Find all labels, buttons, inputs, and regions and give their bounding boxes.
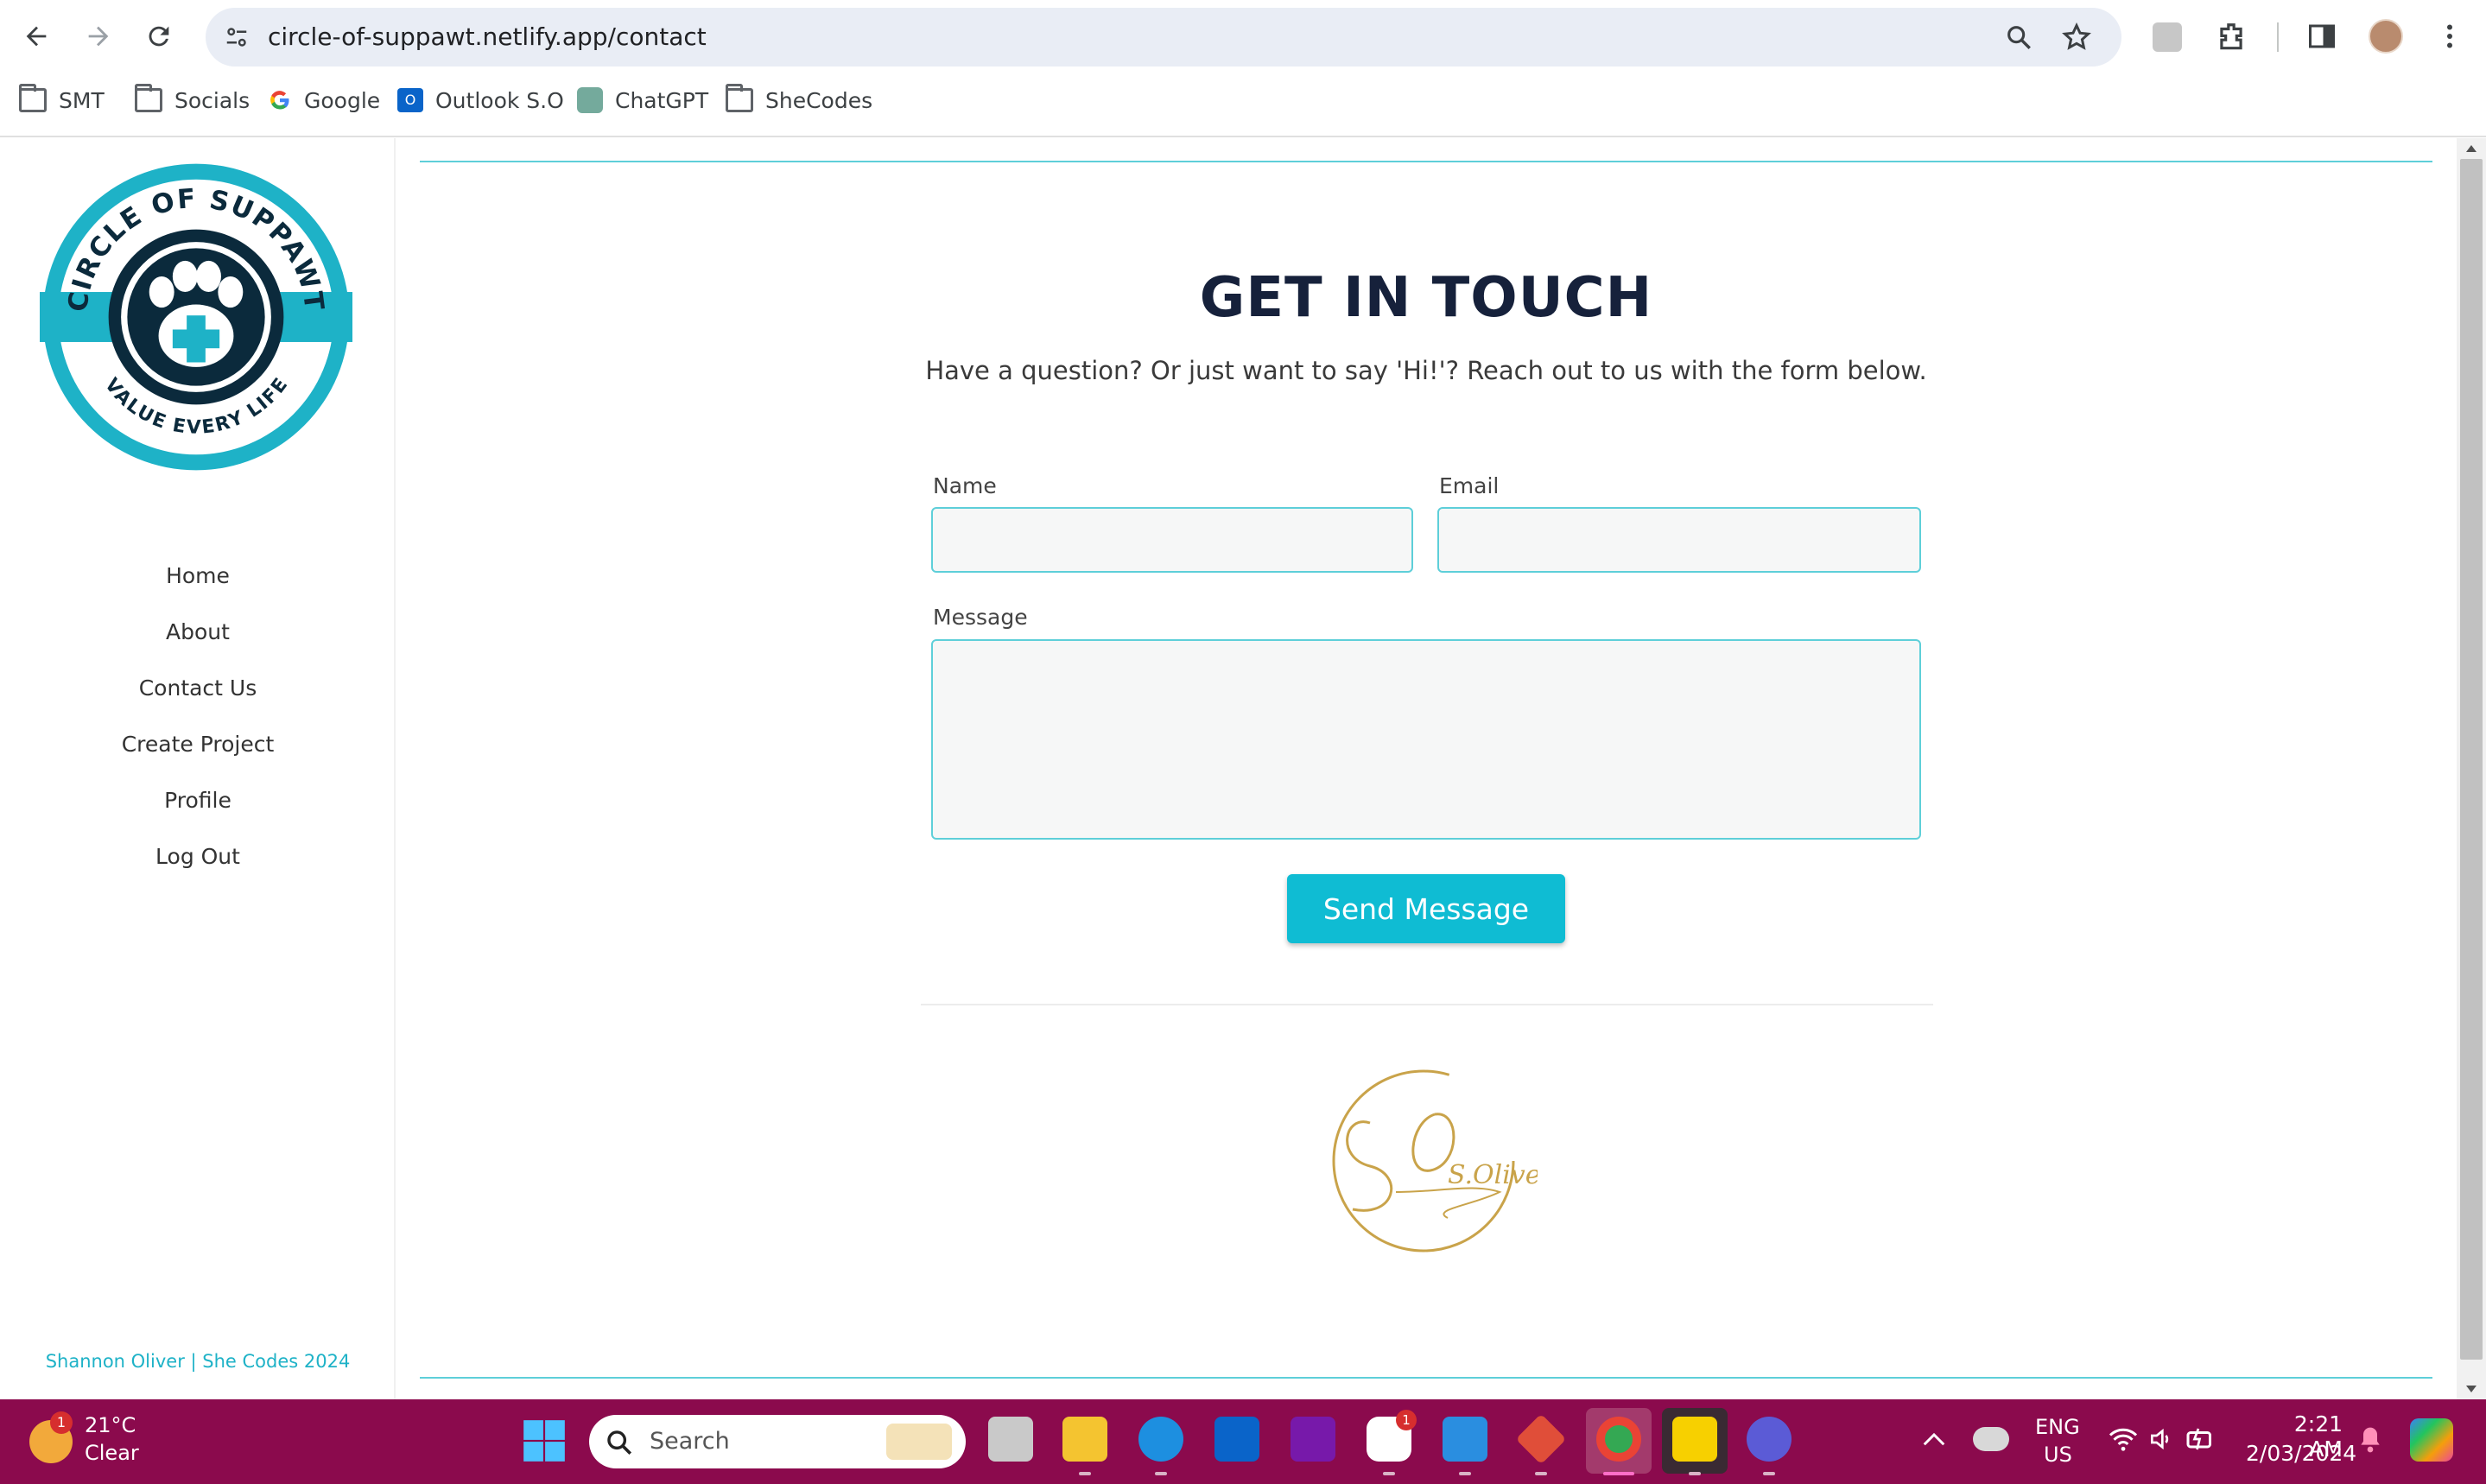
nav-log-out[interactable]: Log Out <box>0 844 396 869</box>
bookmark-shecodes[interactable]: SheCodes <box>726 84 873 116</box>
bookmark-label: Outlook S.O <box>435 87 564 113</box>
windows-taskbar: 1 21°C Clear Search 1 ENG US 2:21 AM 2/0… <box>0 1399 2486 1484</box>
nav-about[interactable]: About <box>0 619 396 644</box>
nav-contact-us[interactable]: Contact Us <box>0 675 396 701</box>
content-divider <box>921 1004 1933 1005</box>
bookmark-label: ChatGPT <box>615 87 709 113</box>
email-field[interactable] <box>1437 507 1921 573</box>
vscode-icon[interactable] <box>1443 1417 1487 1462</box>
signature-logo: S.Oliver <box>1332 1069 1538 1253</box>
address-bar[interactable]: circle-of-suppawt.netlify.app/contact <box>206 8 2121 67</box>
name-label: Name <box>933 473 997 498</box>
scroll-up-icon[interactable] <box>2464 143 2478 154</box>
reload-button[interactable] <box>138 16 180 57</box>
scroll-down-icon[interactable] <box>2464 1384 2478 1394</box>
chrome-active-indicator <box>1603 1472 1634 1475</box>
copilot-icon[interactable] <box>2410 1418 2453 1462</box>
bookmark-socials[interactable]: Socials <box>135 84 251 116</box>
battery-icon[interactable] <box>2185 1425 2216 1453</box>
arrow-left-icon <box>26 26 47 47</box>
search-highlight-image <box>886 1424 952 1460</box>
toolbar-divider <box>2277 22 2279 52</box>
top-border <box>420 161 2432 162</box>
bookmark-label: Google <box>304 87 381 113</box>
bookmark-star-icon[interactable] <box>2061 22 2092 53</box>
zoom-icon[interactable] <box>2004 22 2033 52</box>
reload-icon <box>149 26 169 47</box>
bookmark-label: SMT <box>59 87 105 113</box>
arrow-right-icon <box>88 26 109 47</box>
url-text[interactable]: circle-of-suppawt.netlify.app/contact <box>268 22 707 51</box>
nav-home[interactable]: Home <box>0 563 396 588</box>
name-field[interactable] <box>931 507 1413 573</box>
footer-credit: Shannon Oliver | She Codes 2024 <box>45 1351 351 1372</box>
extensions-puzzle-icon[interactable] <box>2215 21 2248 54</box>
search-placeholder: Search <box>650 1428 730 1455</box>
chrome-icon[interactable] <box>1596 1417 1641 1462</box>
slack-badge: 1 <box>1396 1410 1417 1430</box>
folder-icon <box>726 84 753 112</box>
taskbar-search[interactable]: Search <box>589 1415 966 1468</box>
folder-icon <box>135 84 162 112</box>
onenote-icon[interactable] <box>1291 1417 1335 1462</box>
email-label: Email <box>1439 473 1500 498</box>
wifi-icon[interactable] <box>2108 1425 2139 1453</box>
page-title: GET IN TOUCH <box>1199 266 1653 330</box>
google-icon <box>270 91 289 110</box>
toolbar-divider <box>0 136 2486 137</box>
back-button[interactable] <box>16 16 57 57</box>
outlook-icon: O <box>397 88 423 112</box>
weather-temp[interactable]: 21°C <box>85 1413 136 1437</box>
bookmark-smt[interactable]: SMT <box>19 84 105 116</box>
weather-desc[interactable]: Clear <box>85 1441 139 1465</box>
file-explorer-icon[interactable] <box>1062 1417 1107 1462</box>
bookmark-chatgpt[interactable]: ChatGPT <box>577 85 708 116</box>
volume-icon[interactable] <box>2147 1425 2175 1453</box>
sidebar: CIRCLE OF SUPPAWT VALUE EVERY LIFE Home … <box>0 138 396 1399</box>
scrollbar-thumb[interactable] <box>2460 159 2483 1360</box>
search-icon <box>607 1430 632 1455</box>
bookmark-google[interactable]: Google <box>268 85 380 116</box>
more-menu-icon[interactable] <box>2434 21 2465 52</box>
onedrive-icon[interactable] <box>1973 1427 2009 1451</box>
sticky-notes-icon[interactable] <box>1672 1417 1717 1462</box>
page-scrollbar[interactable] <box>2457 138 2486 1399</box>
task-view-icon[interactable] <box>988 1417 1033 1462</box>
forward-button[interactable] <box>78 16 119 57</box>
extension-icon[interactable] <box>2153 22 2182 52</box>
nav-create-project[interactable]: Create Project <box>0 732 396 757</box>
bookmark-outlook[interactable]: O Outlook S.O <box>397 85 564 116</box>
side-panel-icon[interactable] <box>2306 21 2337 52</box>
send-message-button[interactable]: Send Message <box>1287 874 1565 943</box>
circle-of-suppawt-logo[interactable]: CIRCLE OF SUPPAWT VALUE EVERY LIFE <box>40 161 352 473</box>
git-icon[interactable] <box>1515 1413 1567 1465</box>
message-field[interactable] <box>931 639 1921 840</box>
outlook-icon[interactable] <box>1214 1417 1259 1462</box>
weather-badge: 1 <box>50 1411 73 1434</box>
edge-icon[interactable] <box>1138 1417 1183 1462</box>
clock-date[interactable]: 2/03/2024 <box>2246 1441 2356 1466</box>
profile-avatar[interactable] <box>2369 19 2403 54</box>
chevron-up-icon[interactable] <box>1921 1429 1947 1449</box>
notification-bell-icon[interactable] <box>2356 1424 2384 1455</box>
app-icon[interactable] <box>1747 1417 1792 1462</box>
site-settings-icon <box>226 28 247 47</box>
signature-text: S.Oliver <box>1448 1160 1538 1190</box>
chatgpt-icon <box>577 87 603 113</box>
bookmark-label: SheCodes <box>765 87 873 113</box>
windows-start-icon[interactable] <box>522 1418 567 1463</box>
nav-profile[interactable]: Profile <box>0 788 396 813</box>
folder-icon <box>19 84 47 112</box>
message-label: Message <box>933 605 1028 630</box>
bottom-border <box>420 1377 2432 1379</box>
page-subtitle: Have a question? Or just want to say 'Hi… <box>925 356 1927 385</box>
browser-chrome: circle-of-suppawt.netlify.app/contact SM… <box>0 0 2486 138</box>
language-top[interactable]: ENG <box>2035 1415 2080 1439</box>
bookmark-label: Socials <box>174 87 251 113</box>
language-bottom[interactable]: US <box>2044 1443 2072 1467</box>
